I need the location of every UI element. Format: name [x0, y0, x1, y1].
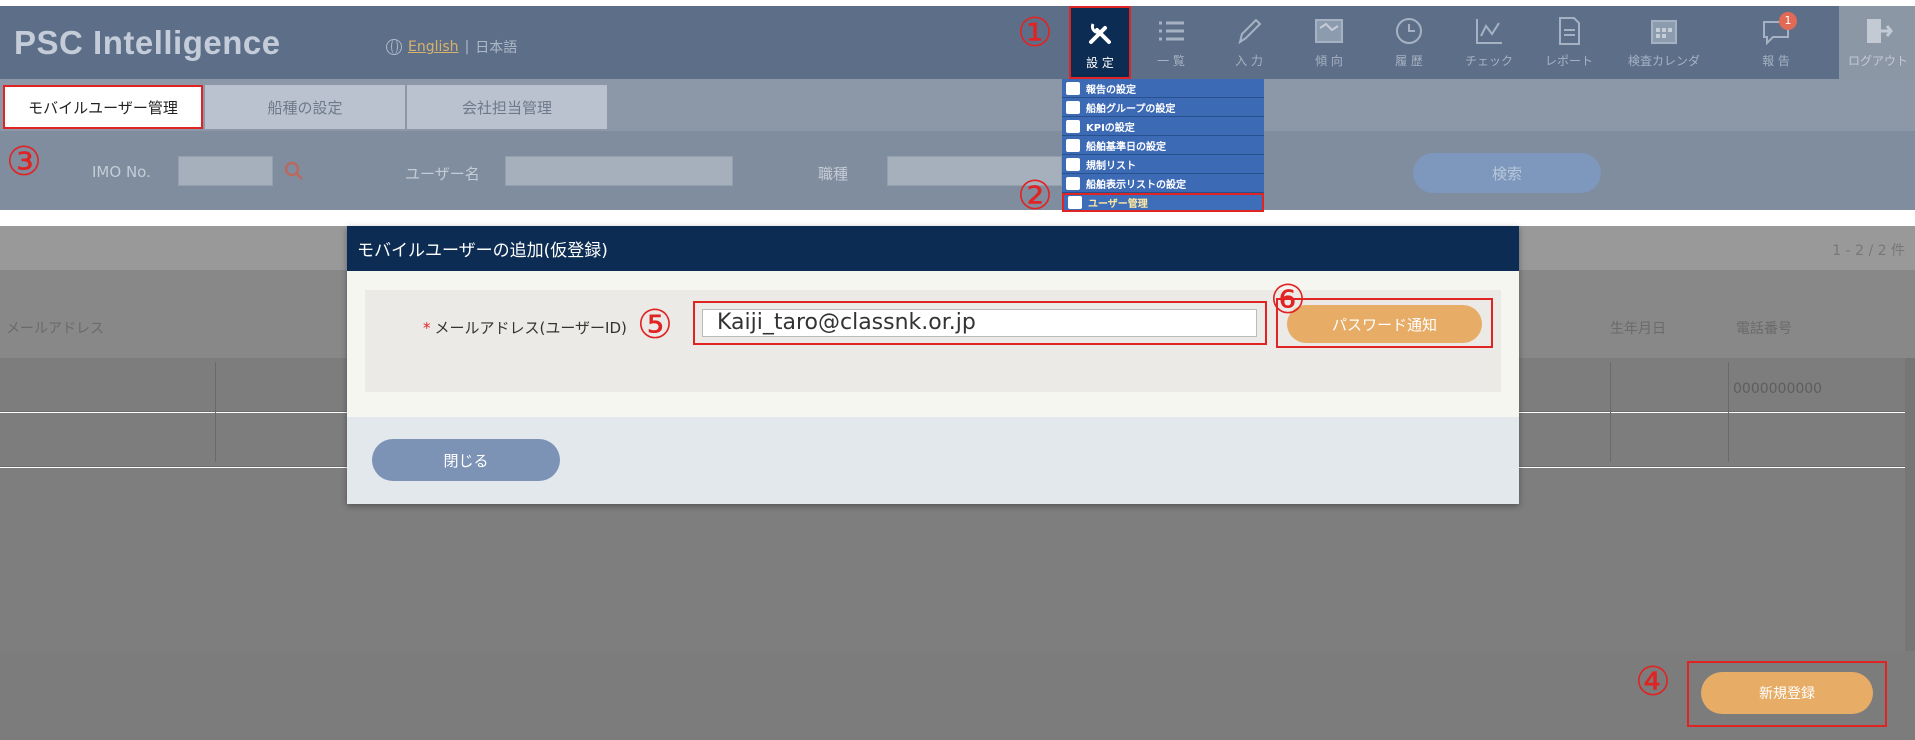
list-icon [1159, 21, 1184, 41]
imo-input[interactable] [178, 156, 273, 186]
logout-icon [1867, 19, 1893, 43]
clock-icon [1396, 18, 1422, 44]
settings-dropdown: 報告の設定 船舶グループの設定 KPIの設定 船舶基準日の設定 規制リスト 船舶… [1062, 79, 1264, 212]
pencil-icon [1238, 18, 1262, 45]
new-register-button[interactable]: 新規登録 [1701, 672, 1873, 714]
type-label: 職種 [818, 165, 849, 183]
callout-4: ④ [1635, 659, 1671, 705]
calendar-icon [1651, 20, 1677, 44]
callout-6: ⑥ [1270, 277, 1306, 323]
password-notify-button[interactable]: パスワード通知 [1287, 305, 1482, 343]
user-icon [1068, 196, 1082, 209]
ship-icon [1066, 100, 1080, 114]
nav-logout[interactable]: ログアウト [1839, 6, 1915, 79]
menu-item-ship-display-list[interactable]: 船舶表示リストの設定 [1062, 174, 1264, 193]
dialog-title: モバイルユーザーの追加(仮登録) [347, 226, 1519, 271]
username-input[interactable] [505, 156, 733, 186]
map-icon [1315, 19, 1343, 43]
tab-ship-type[interactable]: 船種の設定 [205, 85, 405, 129]
menu-item-report-settings[interactable]: 報告の設定 [1062, 79, 1264, 98]
ship-icon [1066, 176, 1080, 190]
function-icon [1066, 119, 1080, 133]
menu-item-ship-base-date[interactable]: 船舶基準日の設定 [1062, 136, 1264, 155]
row-phone-cell: 0000000000 [1733, 381, 1823, 397]
close-button[interactable]: 閉じる [372, 439, 560, 481]
callout-1: ① [1017, 10, 1053, 56]
mail-icon [1066, 81, 1080, 95]
email-label-text: メールアドレス(ユーザーID) [434, 319, 627, 337]
edit-icon [1066, 157, 1080, 171]
app-logo: PSC Intelligence [14, 24, 281, 61]
column-divider [215, 362, 216, 462]
tab-company[interactable]: 会社担当管理 [407, 85, 607, 129]
dialog-body: * メールアドレス(ユーザーID) Kaiji_taro@classnk.or.j… [347, 271, 1519, 417]
globe-icon [386, 39, 402, 55]
language-switcher: English | 日本語 [386, 37, 517, 57]
menu-item-kpi[interactable]: KPIの設定 [1062, 117, 1264, 136]
ship-icon [1066, 138, 1080, 152]
nav-report[interactable]: レポート [1530, 6, 1608, 79]
result-count: 1 - 2 / 2 件 [1832, 243, 1905, 259]
lang-english-link[interactable]: English [408, 39, 459, 55]
nav-trend[interactable]: 傾 向 [1290, 6, 1368, 79]
search-icon[interactable] [283, 160, 305, 182]
required-mark: * [423, 319, 431, 337]
menu-item-regulation-list[interactable]: 規制リスト [1062, 155, 1264, 174]
search-button[interactable]: 検索 [1413, 153, 1601, 193]
header-birthday[interactable]: 生年月日 [1610, 318, 1666, 338]
email-input[interactable]: Kaiji_taro@classnk.or.jp [702, 309, 1257, 337]
callout-3: ③ [6, 139, 42, 185]
lang-japanese-link[interactable]: 日本語 [475, 37, 517, 57]
nav-history[interactable]: 履 歴 [1370, 6, 1448, 79]
callout-2: ② [1017, 173, 1053, 219]
header-email[interactable]: メールアドレス [6, 318, 104, 338]
lang-separator: | [464, 39, 470, 55]
column-divider [1610, 362, 1611, 462]
column-divider [1728, 362, 1729, 462]
line-chart-icon [1476, 19, 1502, 44]
tab-mobile-user[interactable]: モバイルユーザー管理 [3, 85, 203, 129]
nav-check[interactable]: チェック [1450, 6, 1528, 79]
nav-input[interactable]: 入 力 [1210, 6, 1288, 79]
dialog-footer: 閉じる [347, 417, 1519, 504]
nav-list[interactable]: 一 覧 [1132, 6, 1210, 79]
callout-5: ⑤ [637, 302, 673, 348]
footer-bar [0, 651, 1915, 740]
header-phone[interactable]: 電話番号 [1736, 318, 1792, 338]
email-field-label: * メールアドレス(ユーザーID) [423, 317, 627, 338]
table-scrollbar[interactable] [1905, 358, 1915, 651]
nav-notice[interactable]: 1 報 告 [1737, 6, 1815, 79]
add-mobile-user-dialog: モバイルユーザーの追加(仮登録) * メールアドレス(ユーザーID) Kaiji_… [347, 226, 1519, 504]
menu-item-ship-group[interactable]: 船舶グループの設定 [1062, 98, 1264, 117]
tools-icon [1089, 23, 1111, 44]
nav-settings[interactable]: 設 定 [1069, 6, 1131, 79]
nav-calendar[interactable]: 検査カレンダ [1625, 6, 1703, 79]
imo-label: IMO No. [92, 163, 151, 181]
username-label: ユーザー名 [405, 165, 480, 183]
document-icon [1559, 17, 1580, 45]
notice-badge: 1 [1779, 12, 1797, 30]
menu-item-user-management[interactable]: ユーザー管理 [1062, 193, 1264, 212]
